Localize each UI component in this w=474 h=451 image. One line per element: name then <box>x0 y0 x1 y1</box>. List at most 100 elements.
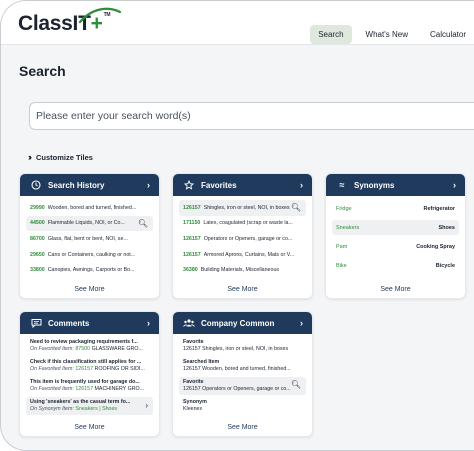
item-code: 29650 <box>30 251 45 258</box>
see-more-link[interactable]: See More <box>20 424 159 431</box>
item-type: Favorite <box>183 379 204 385</box>
synonym-row[interactable]: Fridge Refrigerator <box>332 201 459 216</box>
item-code: 33800 <box>30 267 45 274</box>
comment-item[interactable]: This item is frequently used for garage … <box>26 377 153 395</box>
list-item[interactable]: 44500 Flammable Liquids, NOI, or Co... 🔍︎ <box>26 215 153 232</box>
synonym-term: Pam <box>336 243 348 250</box>
chevron-right-icon[interactable]: › <box>145 402 148 410</box>
item-code: 126157 <box>183 251 201 258</box>
tile-header[interactable]: ≈ Synonyms › <box>326 174 465 196</box>
comment-item[interactable]: Using 'sneakers' as the casual term fo..… <box>26 397 153 415</box>
synonym-term: Bike <box>336 262 347 269</box>
customize-tiles-button[interactable]: ›› Customize Tiles <box>28 152 93 162</box>
synonym-target: Shoes <box>438 224 455 231</box>
chevron-right-icon[interactable]: › <box>300 318 303 328</box>
customize-tiles-label: Customize Tiles <box>36 152 93 162</box>
item-text: Latex, coagulated (scrap or waste la... <box>203 220 293 227</box>
item-code: 36380 <box>183 267 198 274</box>
item-text: Flammable Liquids, NOI, or Co... <box>47 220 125 227</box>
list-item[interactable]: 33800 Canopies, Awnings, Carports or Bo..… <box>26 262 153 278</box>
tile-title: Search History <box>48 180 105 190</box>
item-code: 44500 <box>30 220 45 227</box>
synonym-target: Cooking Spray <box>416 243 455 250</box>
see-more-link[interactable]: See More <box>20 286 159 293</box>
list-item[interactable]: 36380 Building Materials, Miscellaneous <box>179 262 306 278</box>
list-item[interactable]: 126157 Armored Aprons, Curtains, Mats or … <box>179 247 306 263</box>
tile-header[interactable]: Favorites › <box>173 174 312 196</box>
company-item[interactable]: Searched Item 126157 Wooden, bored and t… <box>179 357 306 375</box>
tile-title: Synonyms <box>354 180 395 190</box>
company-item[interactable]: Favorite 126157 Operators or Openers, ga… <box>179 377 306 395</box>
tile-header[interactable]: Company Common › <box>173 312 312 334</box>
tile-favorites: Favorites › 126157 Shingles, iron or stee… <box>172 173 313 299</box>
see-more-link[interactable]: See More <box>326 286 465 293</box>
clock-icon <box>30 180 42 190</box>
item-text: Glass, flat, bent or bent, NOI, se... <box>47 235 128 242</box>
chevron-right-icon[interactable]: › <box>147 318 150 328</box>
search-icon[interactable]: 🔍︎ <box>291 203 301 212</box>
item-type: Searched Item <box>183 359 220 365</box>
synonym-term: Fridge <box>336 205 352 212</box>
item-code: 126157 <box>183 204 201 211</box>
tile-header[interactable]: Comments › <box>20 312 159 334</box>
item-text: 126157 Shingles, iron or steel, NOI, in … <box>183 346 289 352</box>
comment-text: This item is frequently used for garage … <box>30 379 140 385</box>
item-text: Armored Aprons, Curtains, Mats or V... <box>203 251 295 258</box>
synonym-term: Sneakers <box>336 224 360 231</box>
comment-text: Check if this classification still appli… <box>30 359 142 365</box>
tile-title: Comments <box>48 318 90 328</box>
item-text: 126157 Operators or Openers, garage or c… <box>183 386 291 392</box>
item-text: Shingles, iron or steel, NOI, in boxes <box>203 204 290 211</box>
comment-item[interactable]: Need to review packaging requirements f.… <box>26 337 153 355</box>
tile-company-common: Company Common › Favorite 126157 Shingle… <box>172 311 313 437</box>
logo-swoosh-icon <box>78 7 122 24</box>
tile-title: Company Common <box>201 318 275 328</box>
tile-synonyms: ≈ Synonyms › Fridge Refrigerator Sneakers… <box>325 173 466 299</box>
tab-whats-new[interactable]: What's New <box>358 25 416 44</box>
comment-meta: On Favorited Item: 126157 MACHINERY GRO.… <box>30 386 145 392</box>
list-item[interactable]: 86700 Glass, flat, bent or bent, NOI, se.… <box>26 231 153 247</box>
list-item[interactable]: 126157 Operators or Openers, garage or co… <box>179 231 306 247</box>
approx-icon: ≈ <box>339 180 345 190</box>
company-item[interactable]: Favorite 126157 Shingles, iron or steel,… <box>179 337 306 355</box>
comment-meta: On Favorited Item: 87500 GLASSWARE GRO..… <box>30 346 143 352</box>
synonym-target: Refrigerator <box>423 205 455 212</box>
synonym-row[interactable]: Pam Cooking Spray <box>332 239 459 254</box>
list-item[interactable]: 29650 Cans or Containers, caulking or not… <box>26 247 153 263</box>
search-box <box>29 102 474 130</box>
comment-item[interactable]: Check if this classification still appli… <box>26 357 153 375</box>
search-input[interactable] <box>30 103 474 129</box>
synonym-row[interactable]: Bike Bicycle <box>332 258 459 273</box>
see-more-link[interactable]: See More <box>173 286 312 293</box>
tab-search[interactable]: Search <box>310 25 352 44</box>
item-text: Cans or Containers, caulking or not... <box>47 251 136 258</box>
item-text: Kleenex <box>183 406 203 412</box>
company-item[interactable]: Synonym Kleenex <box>179 397 306 415</box>
item-text: Canopies, Awnings, Carports or Bo... <box>47 267 135 274</box>
tab-calculator[interactable]: Calculator <box>422 25 474 44</box>
search-icon[interactable]: 🔍︎ <box>138 219 148 228</box>
see-more-link[interactable]: See More <box>173 424 312 431</box>
chevron-right-icon[interactable]: › <box>453 180 456 190</box>
item-text: Wooden, bored and turned, finished... <box>47 204 137 211</box>
comment-meta: On Favorited Item: 126157 ROOFING OR SID… <box>30 366 145 372</box>
item-code: 126157 <box>183 235 201 242</box>
tile-title: Favorites <box>201 180 237 190</box>
item-text: 126157 Wooden, bored and turned, finishe… <box>183 366 291 372</box>
item-type: Favorite <box>183 339 204 345</box>
chevron-right-icon[interactable]: › <box>300 180 303 190</box>
search-icon[interactable]: 🔍︎ <box>291 381 301 389</box>
list-item[interactable]: 29990 Wooden, bored and turned, finished.… <box>26 200 153 216</box>
list-item[interactable]: 126157 Shingles, iron or steel, NOI, in b… <box>179 200 306 216</box>
synonym-target: Bicycle <box>435 262 455 269</box>
classit-logo[interactable]: ClassIT+TM <box>18 7 122 36</box>
star-icon <box>183 180 195 190</box>
list-item[interactable]: 171150 Latex, coagulated (scrap or waste … <box>179 216 306 232</box>
item-code: 86700 <box>30 235 45 242</box>
comment-text: Need to review packaging requirements f.… <box>30 339 138 345</box>
chevron-right-icon[interactable]: › <box>147 180 150 190</box>
tile-header[interactable]: Search History › <box>20 174 159 196</box>
item-text: Operators or Openers, garage or co... <box>203 235 293 242</box>
synonym-row[interactable]: Sneakers Shoes <box>332 220 459 235</box>
item-type: Synonym <box>183 399 207 405</box>
